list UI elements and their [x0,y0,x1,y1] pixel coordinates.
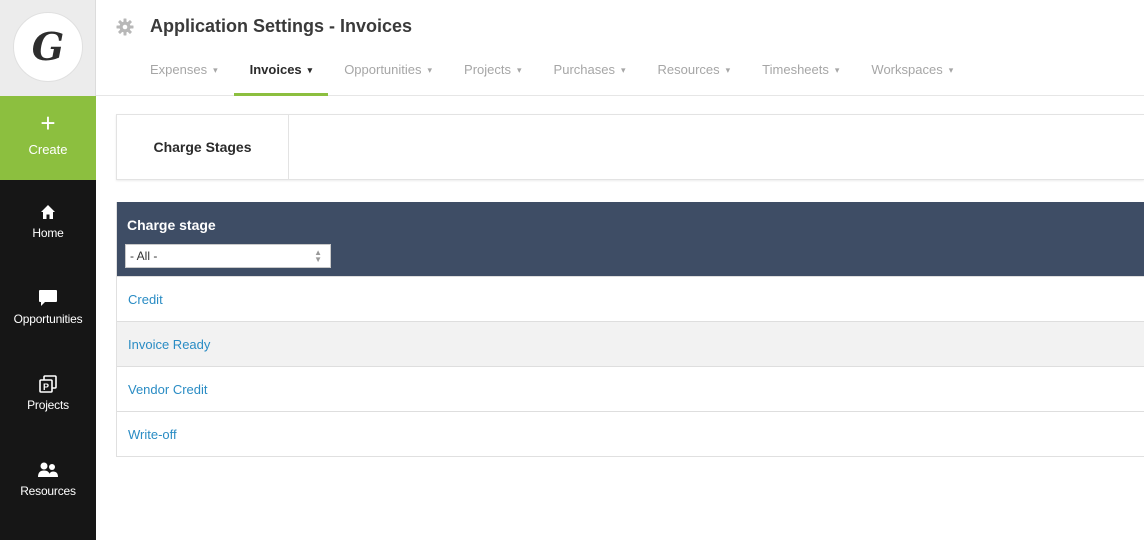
table-row: Invoice Ready [117,321,1144,366]
create-label: Create [28,142,68,157]
charge-stage-link[interactable]: Credit [128,292,163,307]
tab-resources[interactable]: Resources ▾ [642,62,747,96]
charge-stage-table: Charge stage - All - ▲ ▼ Credit Invoice R… [116,202,1144,457]
logo-area: G [0,0,96,96]
sidebar-item-label: Opportunities [13,312,83,326]
chevron-down-icon: ▾ [307,65,313,75]
chat-bubble-icon [38,288,58,308]
page-title: Application Settings - Invoices [150,16,413,36]
tab-purchases[interactable]: Purchases ▾ [538,62,642,96]
tab-charge-stages[interactable]: Charge Stages [117,115,289,179]
table-row: Write-off [117,411,1144,456]
create-button[interactable]: + Create [0,96,96,180]
tab-label: Opportunities [344,62,422,77]
sidebar-item-label: Projects [27,398,69,412]
plus-icon: + [40,108,56,138]
charge-stage-filter-select[interactable]: - All - ▲ ▼ [125,244,331,268]
select-arrows-icon: ▲ ▼ [314,248,322,264]
sidebar-item-home[interactable]: Home [0,180,96,266]
tab-label: Workspaces [871,62,943,77]
chevron-down-icon: ▾ [620,65,626,75]
tab-label: Expenses [150,62,208,77]
tab-invoices[interactable]: Invoices ▾ [233,62,329,96]
sidebar-item-opportunities[interactable]: Opportunities [0,266,96,352]
tab-projects[interactable]: Projects ▾ [448,62,538,96]
table-row: Credit [117,276,1144,321]
svg-text:P: P [43,382,49,392]
page-header: Application Settings - Invoices Expenses… [96,0,1144,96]
chevron-down-icon: ▾ [834,65,840,75]
sidebar-item-projects[interactable]: P Projects [0,352,96,438]
charge-stage-link[interactable]: Write-off [128,427,177,442]
subnav-card: Charge Stages [116,114,1144,180]
app-logo[interactable]: G [13,12,83,82]
tab-label: Invoices [249,62,302,77]
tab-label: Projects [464,62,512,77]
sidebar-item-resources[interactable]: Resources [0,438,96,524]
tab-label: Purchases [553,62,615,77]
tab-opportunities[interactable]: Opportunities ▾ [328,62,448,96]
chevron-down-icon: ▾ [948,65,954,75]
left-sidebar: G + Create Home Opportunities P Projects… [0,0,96,540]
column-header-charge-stage[interactable]: Charge stage [127,217,216,233]
filter-selected-value: - All - [130,249,158,263]
tab-timesheets[interactable]: Timesheets ▾ [746,62,855,96]
sidebar-item-label: Resources [20,484,76,498]
chevron-down-icon: ▾ [213,65,218,75]
tab-label: Resources [657,62,720,77]
settings-tabs: Expenses ▾ Invoices ▾ Opportunities ▾ Pr… [134,62,969,96]
gear-icon [116,18,134,36]
home-icon [40,202,56,222]
projects-icon: P [39,374,57,394]
chevron-down-icon: ▾ [517,65,522,75]
tab-expenses[interactable]: Expenses ▾ [134,62,234,96]
chevron-down-icon: ▾ [725,65,731,75]
charge-stage-link[interactable]: Invoice Ready [128,337,210,352]
charge-stage-link[interactable]: Vendor Credit [128,382,208,397]
people-icon [37,460,59,480]
table-header: Charge stage - All - ▲ ▼ [117,202,1144,276]
tab-label: Timesheets [762,62,829,77]
tab-workspaces[interactable]: Workspaces ▾ [855,62,969,96]
title-row: Application Settings - Invoices [116,16,412,37]
app-root: G + Create Home Opportunities P Projects… [0,0,1144,540]
chevron-down-icon: ▾ [427,65,433,75]
sidebar-item-label: Home [32,226,64,240]
logo-letter: G [31,23,65,69]
table-row: Vendor Credit [117,366,1144,411]
